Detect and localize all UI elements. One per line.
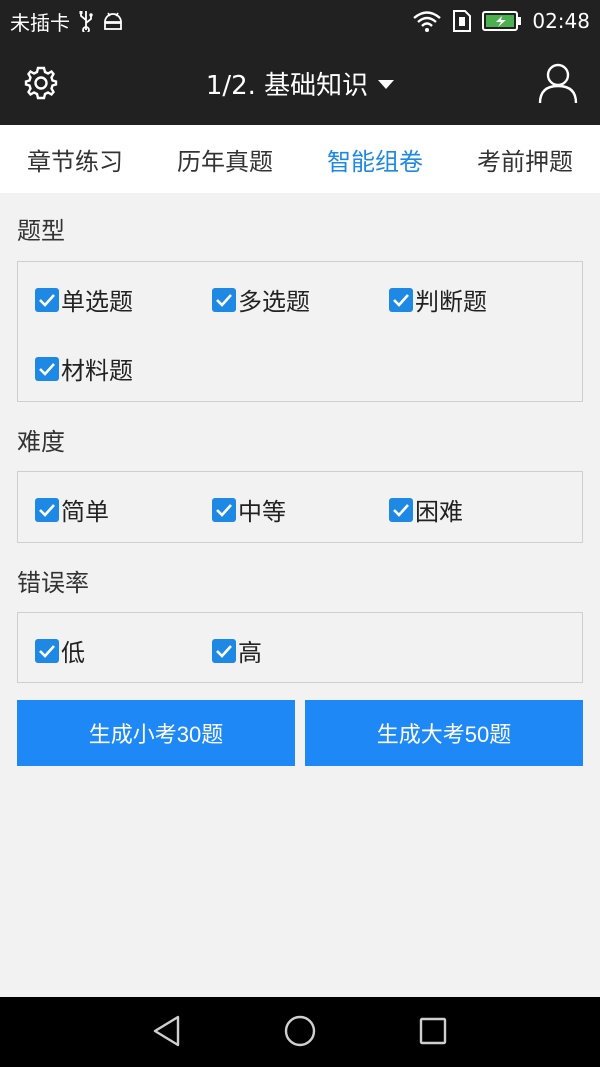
status-right: 02:48: [412, 9, 590, 33]
tab-past-exams[interactable]: 历年真题: [150, 125, 300, 193]
checkbox-easy[interactable]: 简单: [35, 492, 109, 527]
generate-small-exam-button[interactable]: 生成小考30题: [17, 700, 295, 766]
checkbox-checked-icon: [212, 638, 236, 663]
carrier-text: 未插卡: [10, 10, 70, 35]
checkbox-hard[interactable]: 困难: [389, 492, 463, 527]
status-bar: 未插卡 02:48: [0, 0, 600, 42]
tab-pre-exam-predictions[interactable]: 考前押题: [450, 125, 600, 193]
subject-selector[interactable]: 1/2. 基础知识: [0, 42, 600, 125]
checkbox-checked-icon: [35, 497, 59, 522]
checkbox-label: 材料题: [61, 357, 133, 385]
home-icon[interactable]: [280, 1011, 320, 1051]
checkbox-checked-icon: [35, 638, 59, 663]
type-options-box: 单选题 多选题 判断题 材料题: [17, 261, 583, 402]
system-nav-bar: [0, 997, 600, 1067]
checkbox-checked-icon: [389, 287, 413, 312]
generate-big-exam-button[interactable]: 生成大考50题: [305, 700, 583, 766]
checkbox-low[interactable]: 低: [35, 633, 85, 668]
checkbox-checked-icon: [35, 287, 59, 312]
tab-smart-paper[interactable]: 智能组卷: [300, 125, 450, 193]
checkbox-high[interactable]: 高: [212, 633, 262, 668]
back-icon[interactable]: [147, 1011, 187, 1051]
checkbox-label: 困难: [415, 498, 463, 526]
section-title-error-rate: 错误率: [17, 569, 89, 597]
tab-chapter-practice[interactable]: 章节练习: [0, 125, 150, 193]
checkbox-label: 低: [61, 639, 85, 667]
checkbox-multiple-choice[interactable]: 多选题: [212, 282, 310, 317]
checkbox-true-false[interactable]: 判断题: [389, 282, 487, 317]
checkbox-checked-icon: [212, 287, 236, 312]
checkbox-label: 多选题: [238, 288, 310, 316]
android-debug-icon: [102, 11, 124, 31]
section-title-difficulty: 难度: [17, 428, 65, 456]
user-profile-icon[interactable]: [538, 62, 578, 104]
app-bar: 1/2. 基础知识: [0, 42, 600, 125]
checkbox-label: 简单: [61, 498, 109, 526]
checkbox-label: 高: [238, 639, 262, 667]
sim-missing-icon: [452, 9, 472, 33]
checkbox-label: 判断题: [415, 288, 487, 316]
tab-bar: 章节练习 历年真题 智能组卷 考前押题: [0, 125, 600, 193]
status-time: 02:48: [532, 9, 590, 33]
wifi-icon: [412, 10, 442, 32]
checkbox-checked-icon: [35, 356, 59, 381]
section-title-type: 题型: [17, 217, 65, 245]
checkbox-medium[interactable]: 中等: [212, 492, 286, 527]
recent-apps-icon[interactable]: [413, 1011, 453, 1051]
battery-charging-icon: [482, 10, 522, 32]
checkbox-checked-icon: [389, 497, 413, 522]
checkbox-label: 中等: [238, 498, 286, 526]
dropdown-caret-icon: [378, 80, 395, 89]
status-left: 未插卡: [10, 7, 412, 36]
checkbox-label: 单选题: [61, 288, 133, 316]
checkbox-single-choice[interactable]: 单选题: [35, 282, 133, 317]
checkbox-material[interactable]: 材料题: [35, 351, 133, 386]
difficulty-options-box: 简单 中等 困难: [17, 471, 583, 543]
error-rate-options-box: 低 高: [17, 612, 583, 683]
usb-icon: [78, 10, 94, 32]
page-title: 1/2. 基础知识: [205, 71, 369, 101]
checkbox-checked-icon: [212, 497, 236, 522]
